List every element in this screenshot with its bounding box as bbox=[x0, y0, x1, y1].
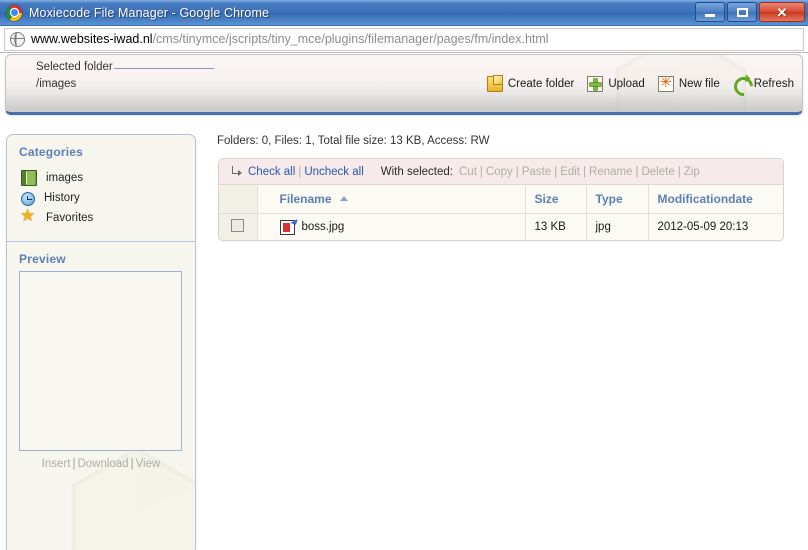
filemanager-header: Selected folder /images Create folder Up… bbox=[5, 54, 803, 115]
row-size: 13 KB bbox=[524, 213, 586, 240]
new-file-button[interactable]: New file bbox=[657, 74, 720, 92]
actionbar-separator: | bbox=[298, 165, 302, 178]
clock-icon bbox=[21, 192, 35, 206]
column-header-modificationdate[interactable]: Modificationdate bbox=[647, 185, 783, 214]
globe-icon bbox=[10, 31, 25, 47]
column-header-filename-label: Filename bbox=[279, 192, 332, 206]
create-folder-label: Create folder bbox=[507, 78, 575, 90]
file-list-panel: Check all | Uncheck all With selected: C… bbox=[218, 158, 784, 241]
browser-window: Moxiecode File Manager - Google Chrome ✕… bbox=[0, 0, 808, 550]
window-title: Moxiecode File Manager - Google Chrome bbox=[29, 5, 270, 20]
new-file-label: New file bbox=[678, 78, 720, 90]
star-icon bbox=[20, 206, 37, 226]
sidebar-item-images[interactable]: images bbox=[19, 168, 183, 189]
upload-plus-icon bbox=[587, 76, 604, 92]
action-rename[interactable]: Rename bbox=[589, 166, 632, 178]
action-delete[interactable]: Delete bbox=[641, 166, 674, 178]
sidebar-item-history[interactable]: History bbox=[19, 189, 183, 208]
categories-title: Categories bbox=[19, 145, 84, 159]
with-selected-label: With selected: bbox=[380, 165, 453, 178]
action-paste[interactable]: Paste bbox=[522, 166, 551, 178]
row-checkbox-cell bbox=[219, 213, 258, 240]
close-button[interactable]: ✕ bbox=[759, 2, 805, 22]
url-input[interactable]: www.websites-iwad.nl/cms/tinymce/jscript… bbox=[4, 27, 804, 51]
row-checkbox[interactable] bbox=[231, 219, 245, 232]
categories-section: Categories images History Favorites bbox=[7, 135, 195, 237]
selected-folder-rule bbox=[114, 68, 214, 69]
action-edit[interactable]: Edit bbox=[560, 166, 580, 178]
column-header-type[interactable]: Type bbox=[585, 185, 648, 214]
chrome-logo-icon bbox=[6, 4, 22, 21]
actionbar-separator: | bbox=[479, 165, 483, 178]
preview-download-link[interactable]: Download bbox=[77, 458, 128, 470]
row-filename-cell: boss.jpg bbox=[257, 213, 525, 240]
file-table-body: boss.jpg 13 KB jpg 2012-05-09 20:13 bbox=[219, 213, 783, 240]
action-copy[interactable]: Copy bbox=[486, 166, 513, 178]
refresh-label: Refresh bbox=[753, 78, 794, 90]
sidebar-item-label: images bbox=[46, 172, 84, 184]
url-path: /cms/tinymce/jscripts/tiny_mce/plugins/f… bbox=[152, 32, 549, 46]
column-header-filename[interactable]: Filename bbox=[257, 185, 525, 214]
green-book-icon bbox=[21, 170, 37, 186]
preview-separator: | bbox=[130, 458, 134, 470]
new-file-icon bbox=[657, 74, 674, 92]
column-header-checkbox bbox=[219, 185, 258, 214]
window-titlebar: Moxiecode File Manager - Google Chrome ✕ bbox=[0, 0, 808, 26]
column-header-size[interactable]: Size bbox=[524, 185, 586, 214]
upload-label: Upload bbox=[608, 78, 645, 90]
row-type: jpg bbox=[585, 213, 648, 240]
folder-add-icon bbox=[486, 75, 503, 92]
url-host: www.websites-iwad.nl bbox=[31, 32, 153, 46]
refresh-button[interactable]: Refresh bbox=[733, 76, 794, 92]
actionbar-separator: | bbox=[515, 165, 519, 178]
minimize-button[interactable] bbox=[695, 2, 725, 22]
folder-status-line: Folders: 0, Files: 1, Total file size: 1… bbox=[217, 135, 490, 147]
selected-folder-label: Selected folder bbox=[36, 61, 113, 73]
upload-button[interactable]: Upload bbox=[587, 76, 645, 92]
page-content: Selected folder /images Create folder Up… bbox=[0, 53, 808, 550]
sidebar-item-label: Favorites bbox=[46, 212, 94, 224]
header-toolbar: Create folder Upload New file Refresh bbox=[486, 74, 794, 92]
file-table: Filename Size Type Modificationdate boss… bbox=[219, 185, 783, 240]
jpg-file-icon bbox=[279, 219, 295, 235]
browser-urlbar: www.websites-iwad.nl/cms/tinymce/jscript… bbox=[0, 26, 808, 53]
subdirectory-arrow-icon bbox=[227, 165, 242, 178]
row-modificationdate: 2012-05-09 20:13 bbox=[647, 213, 783, 240]
uncheck-all-link[interactable]: Uncheck all bbox=[304, 166, 363, 178]
close-icon: ✕ bbox=[776, 4, 788, 20]
sidebar-item-label: History bbox=[44, 192, 80, 204]
action-zip[interactable]: Zip bbox=[684, 166, 700, 178]
preview-view-link[interactable]: View bbox=[136, 458, 161, 470]
check-all-link[interactable]: Check all bbox=[248, 166, 295, 178]
refresh-icon bbox=[733, 76, 749, 92]
sidebar-item-favorites[interactable]: Favorites bbox=[19, 206, 183, 229]
selected-folder-value: /images bbox=[36, 78, 77, 90]
sidebar: Categories images History Favorites Prev… bbox=[6, 134, 196, 550]
preview-actions: Insert | Download | View bbox=[7, 458, 195, 470]
table-header-row: Filename Size Type Modificationdate bbox=[219, 185, 783, 214]
minimize-icon bbox=[705, 13, 715, 17]
preview-insert-link[interactable]: Insert bbox=[42, 458, 71, 470]
table-row[interactable]: boss.jpg 13 KB jpg 2012-05-09 20:13 bbox=[219, 213, 783, 240]
create-folder-button[interactable]: Create folder bbox=[486, 75, 575, 92]
actionbar-separator: | bbox=[583, 165, 587, 178]
window-controls: ✕ bbox=[695, 2, 805, 22]
preview-title: Preview bbox=[19, 252, 66, 266]
sort-ascending-icon bbox=[339, 196, 348, 201]
row-filename[interactable]: boss.jpg bbox=[302, 221, 345, 233]
restore-button[interactable] bbox=[727, 2, 757, 22]
actionbar-separator: | bbox=[677, 165, 681, 178]
actionbar-separator: | bbox=[635, 165, 639, 178]
file-table-header: Filename Size Type Modificationdate bbox=[219, 185, 783, 214]
preview-section: Preview Insert | Download | View bbox=[7, 242, 195, 502]
restore-icon bbox=[736, 7, 748, 17]
preview-image-box bbox=[19, 271, 182, 451]
action-cut[interactable]: Cut bbox=[459, 166, 477, 178]
actionbar-separator: | bbox=[554, 165, 558, 178]
file-actions-bar: Check all | Uncheck all With selected: C… bbox=[219, 159, 783, 185]
